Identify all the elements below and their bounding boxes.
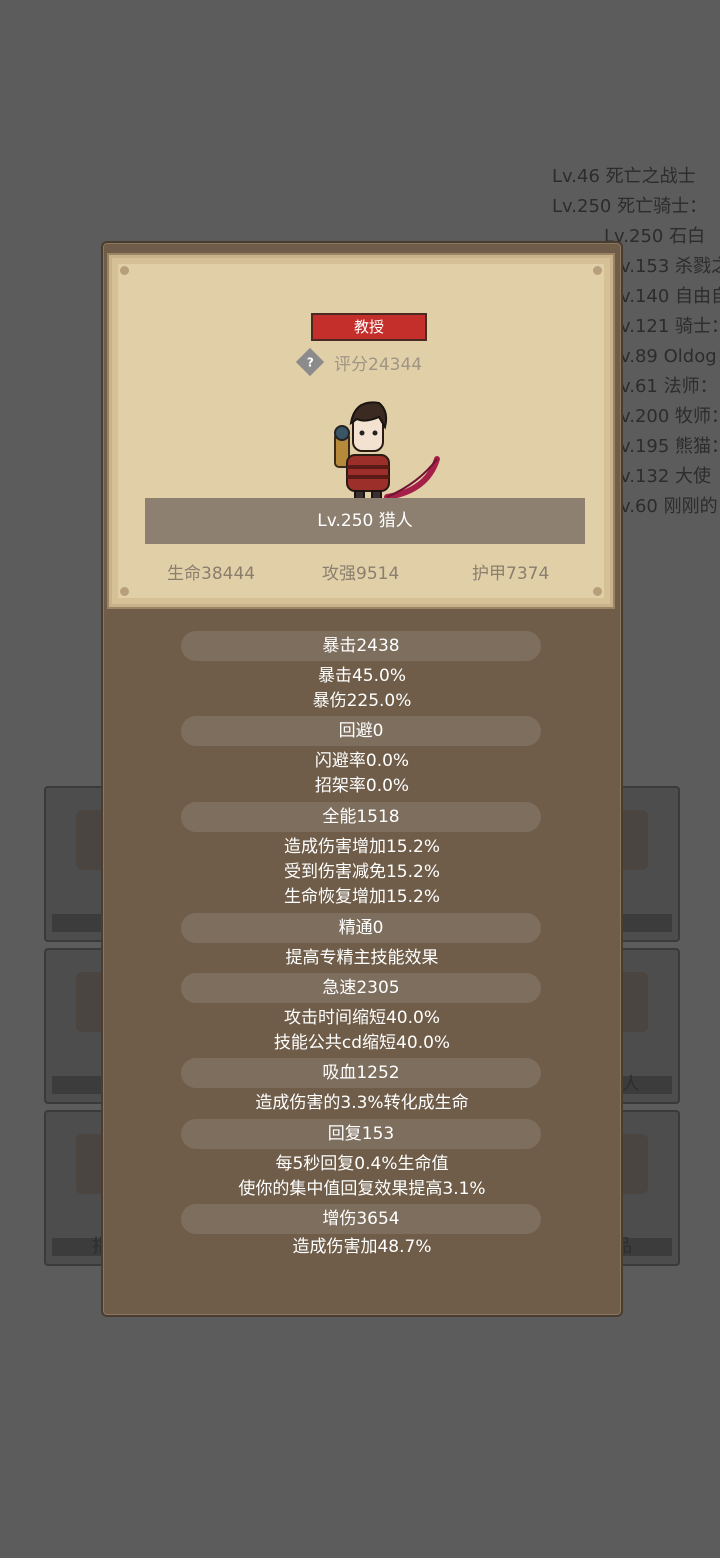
leaderboard-row: Lv.250 死亡骑士： <box>552 196 708 217</box>
hp-stat: 生命38444 <box>167 564 256 584</box>
versatility-line: 生命恢复增加15.2% <box>283 887 440 907</box>
haste-line: 技能公共cd缩短40.0% <box>273 1033 451 1053</box>
slot-label: 人 <box>622 1074 640 1095</box>
versatility-line: 造成伤害增加15.2% <box>283 837 440 857</box>
leech-line: 造成伤害的3.3%转化成生命 <box>255 1093 469 1113</box>
regen-line: 每5秒回复0.4%生命值 <box>275 1154 449 1174</box>
damage-up-line: 造成伤害加48.7% <box>292 1237 432 1257</box>
regen-line: 使你的集中值回复效果提高3.1% <box>238 1179 486 1199</box>
dodge-header: 回避0 <box>181 716 541 746</box>
haste-line: 攻击时间缩短40.0% <box>283 1008 440 1028</box>
hunter-portrait-icon <box>334 401 440 510</box>
dodge-line: 招架率0.0% <box>314 776 410 796</box>
player-card: 教授 ? 评分24344 Lv.250 猎人 生命38444 攻强9514 护甲… <box>109 255 613 607</box>
dodge-line: 闪避率0.0% <box>314 751 410 771</box>
summary-stats: 生命38444 攻强9514 护甲7374 <box>112 561 610 587</box>
versatility-line: 受到伤害减免15.2% <box>283 862 440 882</box>
help-icon[interactable]: ? <box>295 347 325 377</box>
armor-stat: 护甲7374 <box>472 564 550 584</box>
attack-stat: 攻强9514 <box>322 564 400 584</box>
mastery-line: 提高专精主技能效果 <box>285 948 439 968</box>
crit-line: 暴伤225.0% <box>312 691 412 711</box>
regen-header: 回复153 <box>181 1119 541 1149</box>
player-detail-dialog: 教授 ? 评分24344 Lv.250 猎人 生命38444 攻强9514 护甲… <box>101 241 623 1317</box>
score-label: 评分24344 <box>334 354 423 375</box>
leech-header: 吸血1252 <box>181 1058 541 1088</box>
player-name-bar: Lv.250 猎人 <box>145 498 585 544</box>
score-row: ? 评分24344 <box>295 347 423 377</box>
mastery-header: 精通0 <box>181 913 541 943</box>
title-badge: 教授 <box>311 313 427 341</box>
damage-up-header: 增伤3654 <box>181 1204 541 1234</box>
haste-header: 急速2305 <box>181 973 541 1003</box>
crit-header: 暴击2438 <box>181 631 541 661</box>
leaderboard-row: Lv.46 死亡之战士 <box>552 166 696 187</box>
crit-line: 暴击45.0% <box>317 666 406 686</box>
versatility-header: 全能1518 <box>181 802 541 832</box>
